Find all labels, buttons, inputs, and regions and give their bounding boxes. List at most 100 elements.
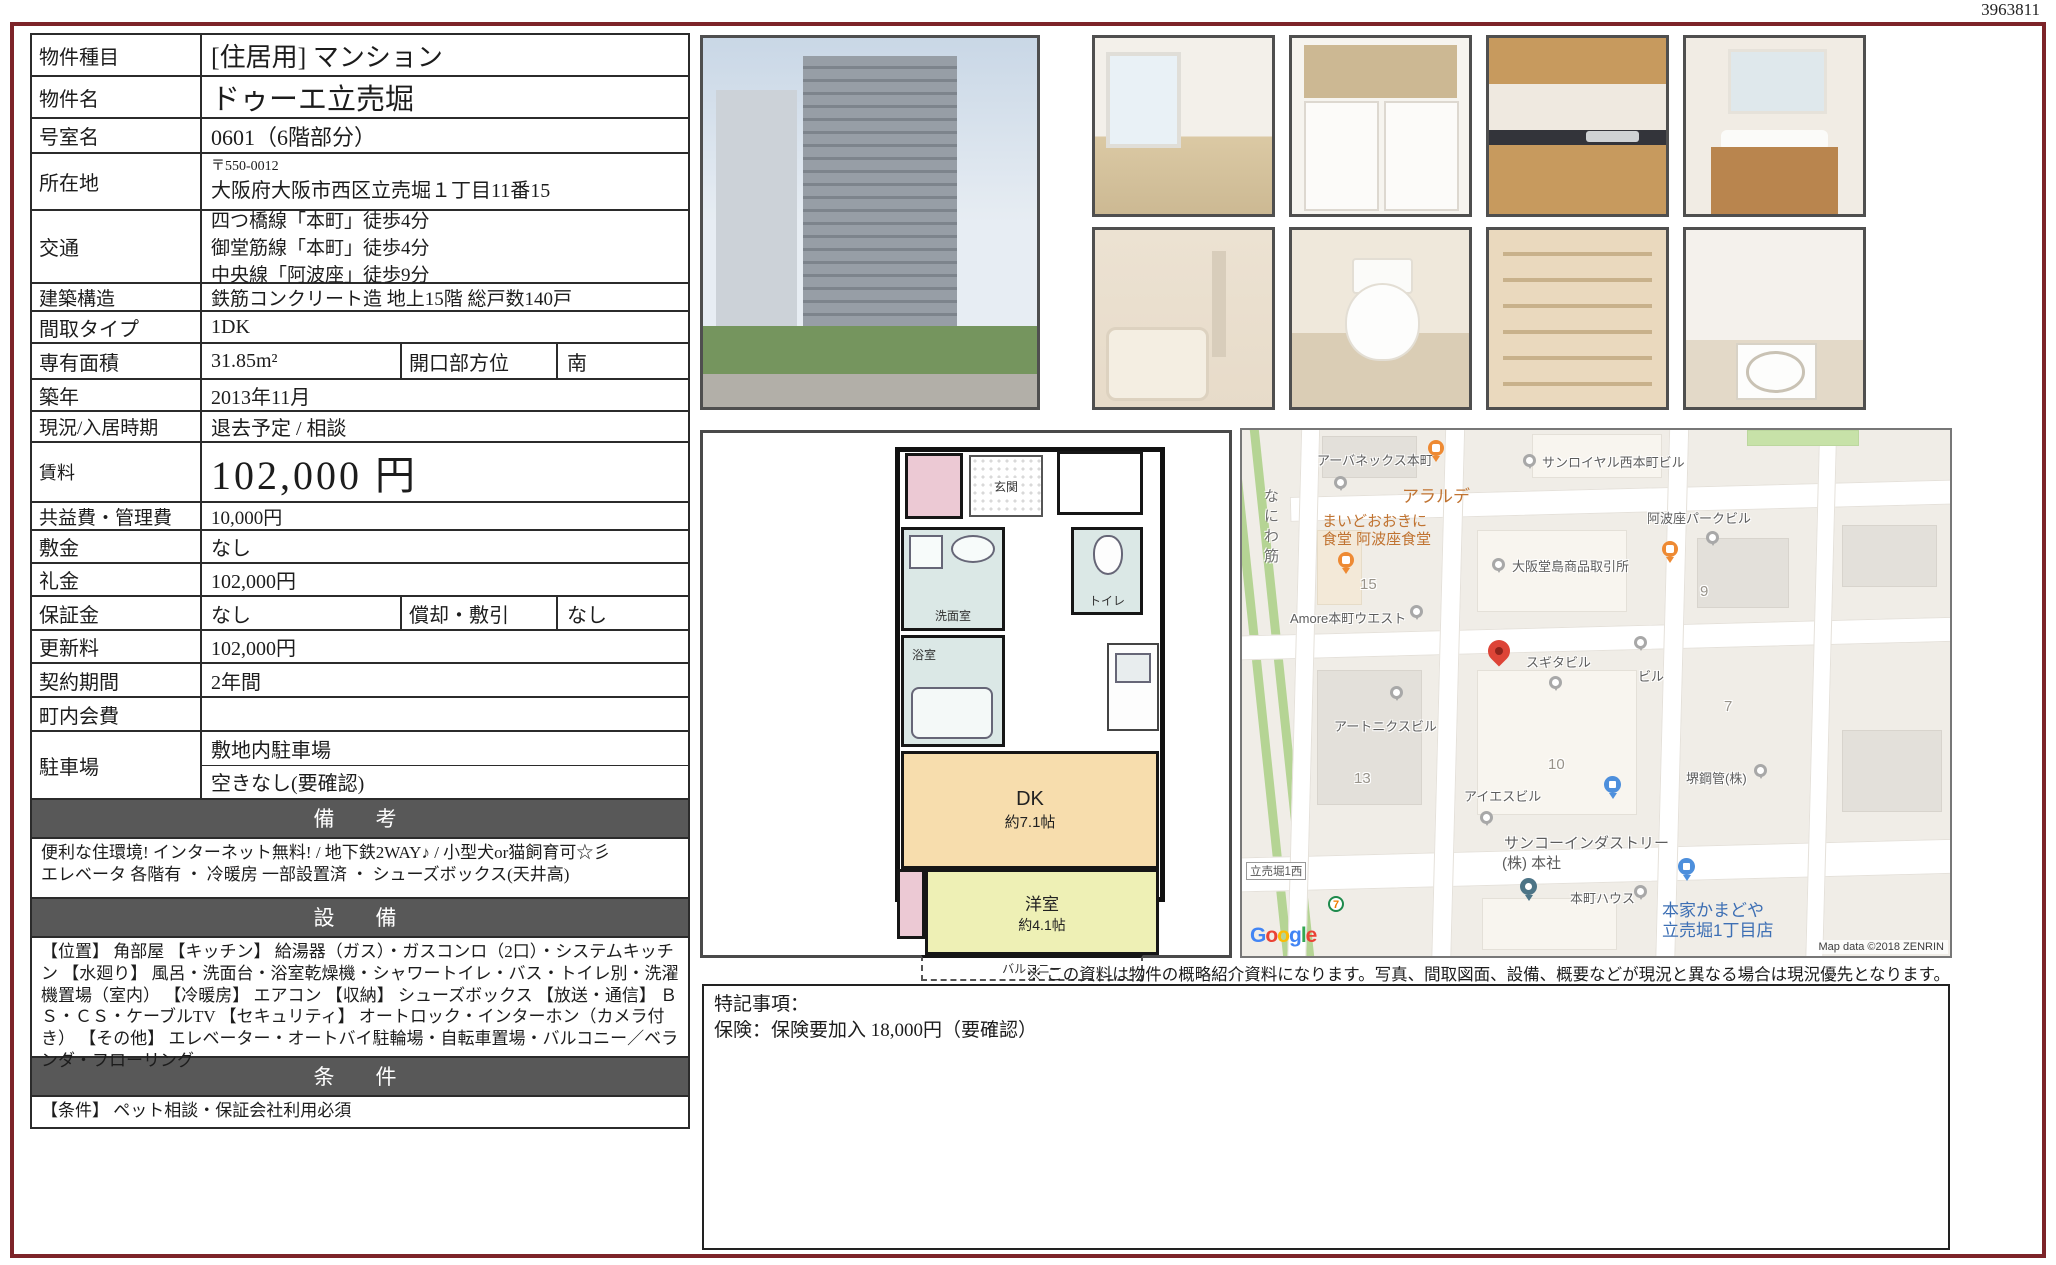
value-amortization: なし bbox=[558, 597, 688, 629]
plan-entrance-label: 玄関 bbox=[992, 478, 1020, 495]
kitchen-cabinet-bottom-decor bbox=[1489, 145, 1666, 214]
label-opening-direction: 開口部方位 bbox=[402, 344, 558, 378]
plan-shoe-closet bbox=[1057, 451, 1143, 515]
plan-washer-decor bbox=[909, 535, 943, 569]
label-area: 専有面積 bbox=[32, 344, 202, 378]
google-logo-letter: o bbox=[1265, 924, 1277, 947]
row-room-no: 号室名 0601（6階部分） bbox=[32, 119, 688, 154]
map-label-sunroyal: サンロイヤル西本町ビル bbox=[1542, 452, 1685, 471]
plan-dk-room: DK 約7.1帖 bbox=[901, 751, 1159, 869]
shower-bar-decor bbox=[1212, 251, 1226, 357]
map-label-biru: ビル bbox=[1638, 666, 1664, 685]
seven-eleven-pin-icon: 7 bbox=[1328, 896, 1344, 912]
map-label-block13: 13 bbox=[1354, 770, 1371, 787]
conditions-text: 【条件】 ペット相談・保証会社利用必須 bbox=[32, 1097, 688, 1127]
building-greenery-decor bbox=[703, 326, 1037, 374]
photo-laundry-space bbox=[1683, 227, 1866, 410]
building-road-decor bbox=[703, 374, 1037, 407]
map-label-exchange: 大阪堂島商品取引所 bbox=[1512, 556, 1629, 575]
bathtub-decor bbox=[1106, 327, 1209, 400]
row-town-fee: 町内会費 bbox=[32, 698, 688, 732]
label-property-type: 物件種目 bbox=[32, 35, 202, 75]
map-label-block7: 7 bbox=[1724, 698, 1732, 715]
row-deposit: 敷金 なし bbox=[32, 531, 688, 564]
value-built-year: 2013年11月 bbox=[202, 380, 688, 410]
google-logo-letter: g bbox=[1289, 924, 1301, 947]
map-label-awaza-park: 阿波座パークビル bbox=[1647, 508, 1751, 527]
transport-line-2: 御堂筋線「本町」徒歩4分 bbox=[211, 233, 430, 260]
row-common-fee: 共益費・管理費 10,000円 bbox=[32, 503, 688, 531]
value-key-money: 102,000円 bbox=[202, 564, 688, 595]
value-status: 退去予定 / 相談 bbox=[202, 412, 688, 441]
map-pin-icon bbox=[1334, 476, 1347, 489]
plan-entrance-closet bbox=[905, 453, 963, 519]
map-pin-icon bbox=[1549, 676, 1562, 689]
map-label-ies: アイエスビル bbox=[1464, 786, 1541, 805]
value-town-fee bbox=[202, 698, 688, 730]
restaurant-pin-icon bbox=[1338, 552, 1354, 568]
map-pin-icon bbox=[1410, 605, 1423, 618]
value-common-fee: 10,000円 bbox=[202, 503, 688, 529]
plan-western-closet bbox=[897, 869, 925, 939]
google-logo-letter: o bbox=[1277, 924, 1289, 947]
plan-western-label: 洋室 bbox=[1025, 890, 1059, 915]
photo-bathroom bbox=[1092, 227, 1275, 410]
value-layout-type: 1DK bbox=[202, 312, 688, 342]
cafe-pin-icon bbox=[1662, 541, 1678, 557]
map-pin-icon bbox=[1754, 764, 1767, 777]
map-pin-icon bbox=[1706, 531, 1719, 544]
plan-dk-size: 約7.1帖 bbox=[1005, 811, 1056, 832]
map-label-urbanex: アーバネックス本町 bbox=[1317, 450, 1433, 469]
map-label-kamadoya-2: 立売堀1丁目店 bbox=[1662, 916, 1773, 941]
row-area: 専有面積 31.85m² 開口部方位 南 bbox=[32, 344, 688, 380]
map-label-sugita: スギタビル bbox=[1526, 652, 1591, 671]
value-area: 31.85m² bbox=[202, 344, 402, 378]
label-rent: 賃料 bbox=[32, 443, 202, 501]
shopping-pin-icon bbox=[1604, 776, 1621, 793]
google-logo: Google bbox=[1250, 924, 1316, 948]
google-logo-letter: e bbox=[1306, 924, 1317, 947]
label-parking: 駐車場 bbox=[32, 732, 202, 798]
kitchen-sink-decor bbox=[1586, 131, 1639, 142]
shelves-decor bbox=[1503, 230, 1652, 407]
value-structure: 鉄筋コンクリート造 地上15階 総戸数140戸 bbox=[202, 284, 688, 310]
section-header-equipment: 設 備 bbox=[32, 899, 688, 938]
remarks-text: 便利な住環境! インターネット無料! / 地下鉄2WAY♪ / 小型犬or猫飼育… bbox=[32, 839, 688, 899]
row-address: 所在地 〒550-0012 大阪府大阪市西区立売堀１丁目11番15 bbox=[32, 154, 688, 211]
living-window-decor bbox=[1106, 52, 1181, 148]
plan-toilet-label: トイレ bbox=[1089, 592, 1125, 609]
disclaimer-text: ※ この資料は物件の概略紹介資料になります。写真、間取図面、設備、概要などが現況… bbox=[700, 961, 1950, 985]
row-renewal-fee: 更新料 102,000円 bbox=[32, 631, 688, 664]
plan-entrance-area: 玄関 bbox=[969, 455, 1043, 517]
restaurant-pin-icon bbox=[1428, 440, 1444, 456]
row-built-year: 築年 2013年11月 bbox=[32, 380, 688, 412]
closet-door-right-decor bbox=[1384, 101, 1459, 211]
map-pin-icon bbox=[1480, 811, 1493, 824]
value-parking: 敷地内駐車場 空きなし(要確認) bbox=[202, 732, 688, 798]
label-built-year: 築年 bbox=[32, 380, 202, 410]
map-pin-icon bbox=[1634, 885, 1647, 898]
photo-living-room bbox=[1092, 35, 1275, 217]
map-pin-icon bbox=[1390, 686, 1403, 699]
naniwa-street-label: なにわ筋 bbox=[1260, 488, 1281, 568]
map-label-block10: 10 bbox=[1548, 756, 1565, 773]
plan-bathtub-decor bbox=[911, 687, 993, 739]
map-pin-icon bbox=[1523, 454, 1536, 467]
photo-closet bbox=[1289, 35, 1472, 217]
map-copyright: Map data ©2018 ZENRIN bbox=[1815, 940, 1949, 954]
value-property-name: ドゥーエ立売堀 bbox=[202, 77, 688, 117]
kitchen-cabinet-top-decor bbox=[1489, 38, 1666, 84]
value-transport: 四つ橋線「本町」徒歩4分 御堂筋線「本町」徒歩4分 中央線「阿波座」徒歩9分 bbox=[202, 211, 688, 282]
label-renewal-fee: 更新料 bbox=[32, 631, 202, 662]
row-layout-type: 間取タイプ 1DK bbox=[32, 312, 688, 344]
address-postal: 〒550-0012 bbox=[211, 160, 279, 175]
building-side-decor bbox=[716, 90, 796, 334]
kitchen-counter-decor bbox=[1489, 130, 1666, 146]
photo-washbasin bbox=[1683, 35, 1866, 217]
laundry-drain-decor bbox=[1746, 351, 1805, 392]
shopping-pin-icon bbox=[1678, 858, 1695, 875]
label-layout-type: 間取タイプ bbox=[32, 312, 202, 342]
plan-sink-decor bbox=[951, 535, 995, 563]
map-label-honmachi-house: 本町ハウス bbox=[1570, 888, 1635, 907]
label-transport: 交通 bbox=[32, 211, 202, 282]
